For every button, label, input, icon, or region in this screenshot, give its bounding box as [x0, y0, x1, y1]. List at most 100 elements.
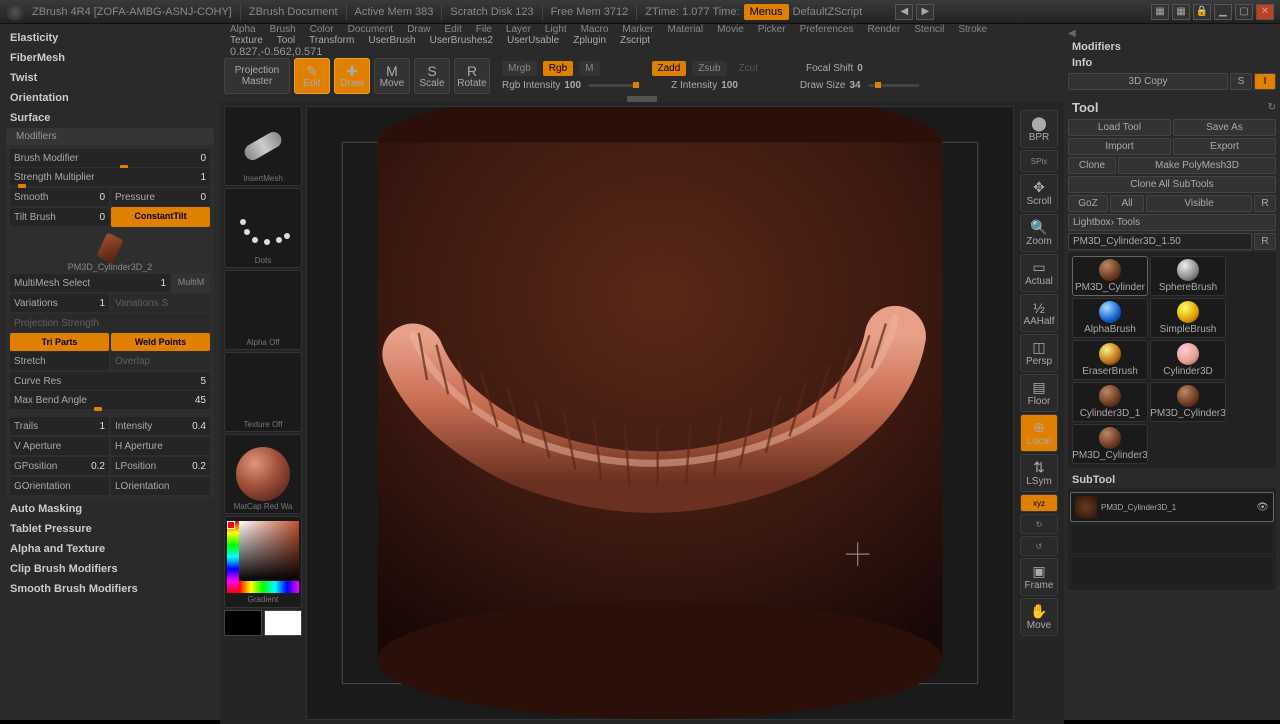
i-button[interactable]: I [1254, 73, 1276, 90]
menu-macro[interactable]: Macro [581, 24, 609, 35]
tool-pm3d-cylinder[interactable]: PM3D_Cylinder [1072, 256, 1148, 296]
refresh-icon[interactable]: ↻ [1268, 102, 1276, 113]
constant-tilt-button[interactable]: ConstantTilt [111, 207, 210, 227]
projection-master-button[interactable]: Projection Master [224, 58, 290, 94]
tool-header[interactable]: Tool [1068, 98, 1102, 117]
grid2-icon[interactable]: ▦ [1172, 4, 1190, 20]
menu-tool[interactable]: Tool [277, 35, 295, 46]
r-button-2[interactable]: R [1254, 233, 1276, 250]
load-tool-button[interactable]: Load Tool [1068, 119, 1171, 136]
menu-userbrush[interactable]: UserBrush [368, 35, 415, 46]
copy3d-button[interactable]: 3D Copy [1068, 73, 1228, 90]
menu-alpha[interactable]: Alpha [230, 24, 256, 35]
export-button[interactable]: Export [1173, 138, 1276, 155]
move-button[interactable]: MMove [374, 58, 410, 94]
g-position-slider[interactable]: GPosition0.2 [10, 457, 109, 475]
menu-userbrushes2[interactable]: UserBrushes2 [430, 35, 493, 46]
section-orientation[interactable]: Orientation [0, 88, 220, 108]
goz-button[interactable]: GoZ [1068, 195, 1108, 212]
default-script[interactable]: DefaultZScript [793, 6, 863, 18]
rot2-button[interactable]: ↺ [1020, 536, 1058, 556]
menu-marker[interactable]: Marker [622, 24, 653, 35]
menu-userusable[interactable]: UserUsable [507, 35, 559, 46]
tool-cylinder3d-1[interactable]: Cylinder3D_1 [1072, 382, 1148, 422]
focal-shift-slider[interactable]: Focal Shift 0 [806, 63, 863, 74]
section-smooth-brush[interactable]: Smooth Brush Modifiers [0, 579, 220, 599]
scale-button[interactable]: SScale [414, 58, 450, 94]
info-section[interactable]: Info [1068, 55, 1276, 71]
clone-button[interactable]: Clone [1068, 157, 1116, 174]
alpha-thumb[interactable]: Alpha Off [224, 270, 302, 350]
variations-slider[interactable]: Variations1 [10, 294, 109, 312]
menu-color[interactable]: Color [310, 24, 334, 35]
material-thumb[interactable]: MatCap Red Wa [224, 434, 302, 514]
section-twist[interactable]: Twist [0, 68, 220, 88]
modifiers-header[interactable]: Modifiers [6, 128, 214, 145]
menu-light[interactable]: Light [545, 24, 567, 35]
l-orientation-slider[interactable]: LOrientation [111, 477, 210, 495]
weld-points-button[interactable]: Weld Points [111, 333, 210, 351]
v-aperture-slider[interactable]: V Aperture [10, 437, 109, 455]
floor-button[interactable]: ▤Floor [1020, 374, 1058, 412]
menu-movie[interactable]: Movie [717, 24, 744, 35]
section-tablet-pressure[interactable]: Tablet Pressure [0, 519, 220, 539]
rot1-button[interactable]: ↻ [1020, 514, 1058, 534]
menu-stencil[interactable]: Stencil [914, 24, 944, 35]
stretch-slider[interactable]: Stretch [10, 352, 109, 370]
mrgb-button[interactable]: Mrgb [502, 61, 537, 76]
menu-material[interactable]: Material [668, 24, 704, 35]
lock-icon[interactable]: 🔒 [1193, 4, 1211, 20]
local-button[interactable]: ⊕Local [1020, 414, 1058, 452]
tool-pm3d-cyl-b[interactable]: PM3D_Cylinder3 [1072, 424, 1148, 464]
tool-sphere-brush[interactable]: SphereBrush [1150, 256, 1226, 296]
make-polymesh-button[interactable]: Make PolyMesh3D [1118, 157, 1276, 174]
section-auto-masking[interactable]: Auto Masking [0, 499, 220, 519]
draw-button[interactable]: ✚Draw [334, 58, 370, 94]
nav-prev-icon[interactable]: ◀ [895, 4, 913, 20]
rgb-intensity-slider[interactable]: Rgb Intensity 100 [502, 80, 639, 91]
window-close-icon[interactable]: ✕ [1256, 4, 1274, 20]
subtool-header[interactable]: SubTool [1068, 472, 1276, 488]
viewport-canvas[interactable] [306, 106, 1014, 720]
edit-button[interactable]: ✎Edit [294, 58, 330, 94]
h-aperture-slider[interactable]: H Aperture [111, 437, 210, 455]
swatch-black[interactable] [224, 610, 262, 636]
section-fibermesh[interactable]: FiberMesh [0, 48, 220, 68]
s-button[interactable]: S [1230, 73, 1252, 90]
multim-button[interactable]: MultiM [172, 273, 210, 293]
subtool-item-1[interactable]: PM3D_Cylinder3D_1 👁 [1070, 492, 1274, 522]
menu-file[interactable]: File [476, 24, 492, 35]
import-button[interactable]: Import [1068, 138, 1171, 155]
menu-picker[interactable]: Picker [758, 24, 786, 35]
visible-button[interactable]: Visible [1146, 195, 1252, 212]
zsub-button[interactable]: Zsub [692, 61, 726, 76]
intensity-slider[interactable]: Intensity0.4 [111, 417, 210, 435]
insert-mesh-thumb[interactable]: InsertMesh [224, 106, 302, 186]
window-max-icon[interactable]: ▢ [1235, 4, 1253, 20]
grid1-icon[interactable]: ▦ [1151, 4, 1169, 20]
menu-draw[interactable]: Draw [407, 24, 430, 35]
rgb-button[interactable]: Rgb [543, 61, 573, 76]
menus-button[interactable]: Menus [744, 4, 789, 20]
menu-edit[interactable]: Edit [445, 24, 462, 35]
menu-zscript[interactable]: Zscript [620, 35, 650, 46]
save-as-button[interactable]: Save As [1173, 119, 1276, 136]
tool-simple-brush[interactable]: SimpleBrush [1150, 298, 1226, 338]
persp-button[interactable]: ◫Persp [1020, 334, 1058, 372]
bpr-button[interactable]: ⬤BPR [1020, 110, 1058, 148]
rotate-button[interactable]: RRotate [454, 58, 490, 94]
collapse-icon[interactable]: ◀ [1068, 28, 1076, 39]
tri-parts-button[interactable]: Tri Parts [10, 333, 109, 351]
tilt-slider[interactable]: Tilt Brush0 [10, 208, 109, 226]
xyz-button[interactable]: xyz [1020, 494, 1058, 512]
spix-button[interactable]: SPix [1020, 150, 1058, 172]
zoom-button[interactable]: 🔍Zoom [1020, 214, 1058, 252]
stroke-thumb[interactable]: Dots [224, 188, 302, 268]
draw-size-slider[interactable]: Draw Size 34 [800, 80, 919, 91]
lightbox-tools-button[interactable]: Lightbox› Tools [1068, 214, 1276, 231]
brush-modifier-slider[interactable]: Brush Modifier0 [10, 149, 210, 167]
multimesh-slider[interactable]: MultiMesh Select1 [10, 274, 170, 292]
z-intensity-slider[interactable]: Z Intensity 100 [671, 80, 738, 91]
menu-render[interactable]: Render [868, 24, 901, 35]
section-elasticity[interactable]: Elasticity [0, 28, 220, 48]
